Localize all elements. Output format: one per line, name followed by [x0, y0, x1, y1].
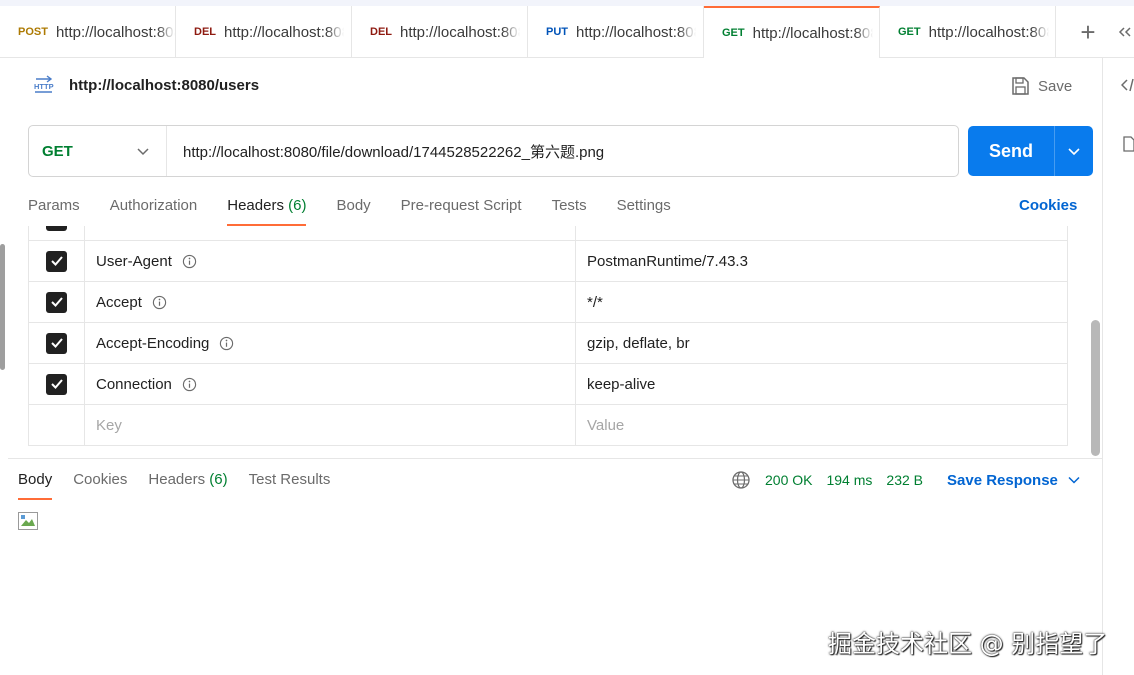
tab-headers-count: (6)	[288, 197, 307, 214]
svg-text:HTTP: HTTP	[34, 82, 54, 91]
header-key[interactable]: Accept	[96, 294, 142, 311]
request-tab[interactable]: DEL http://localhost:8080	[176, 6, 352, 58]
tab-body[interactable]: Body	[336, 196, 370, 226]
tab-method: PUT	[546, 26, 568, 38]
save-icon	[1012, 77, 1029, 95]
response-time[interactable]: 194 ms	[826, 472, 872, 488]
enable-checkbox[interactable]	[46, 291, 67, 313]
tab-tests[interactable]: Tests	[552, 196, 587, 226]
table-row-new: Key Value	[28, 405, 1068, 446]
headers-panel: User-Agent PostmanRuntime/7.43.3 Accept …	[8, 226, 1094, 458]
tab-method: GET	[898, 26, 921, 38]
header-key[interactable]: Accept-Encoding	[96, 335, 209, 352]
send-label: Send	[988, 140, 1033, 161]
table-row: Accept */*	[28, 282, 1068, 323]
new-tab-plus-icon[interactable]: +	[1070, 14, 1106, 50]
tab-url: http://localhost:8080	[400, 23, 520, 41]
table-row: User-Agent PostmanRuntime/7.43.3	[28, 241, 1068, 282]
request-title[interactable]: http://localhost:8080/users	[69, 77, 259, 94]
table-row: Connection keep-alive	[28, 364, 1068, 405]
enable-checkbox[interactable]	[46, 226, 67, 231]
tab-method: POST	[18, 26, 48, 38]
tab-prerequest-script[interactable]: Pre-request Script	[401, 196, 522, 226]
request-tabs: Params Authorization Headers (6) Body Pr…	[28, 196, 701, 226]
tab-options-icon[interactable]	[1118, 18, 1134, 46]
right-sidebar	[1102, 58, 1134, 675]
method-value: GET	[42, 142, 73, 160]
tab-url: http://localhost:8080	[55, 23, 175, 41]
document-icon[interactable]	[1123, 136, 1134, 156]
globe-icon[interactable]	[731, 470, 751, 490]
cookies-link[interactable]: Cookies	[1019, 197, 1077, 214]
response-tab-body[interactable]: Body	[18, 470, 53, 500]
key-input[interactable]: Key	[96, 417, 122, 434]
tab-strip: POST http://localhost:8080 DEL http://lo…	[0, 0, 1134, 58]
request-tab-active[interactable]: GET http://localhost:8080	[704, 6, 880, 58]
broken-image-icon	[18, 512, 38, 530]
send-button[interactable]: Send	[968, 126, 1093, 176]
enable-checkbox[interactable]	[46, 373, 67, 395]
method-select[interactable]: GET	[29, 126, 167, 176]
save-label: Save	[1038, 77, 1073, 95]
http-icon: HTTP	[33, 74, 55, 96]
tab-url: http://localhost:8080	[224, 23, 344, 41]
response-meta: 200 OK 194 ms 232 B Save Response	[731, 470, 1080, 490]
header-value[interactable]: PostmanRuntime/7.43.3	[587, 253, 748, 270]
save-response-label: Save Response	[947, 471, 1058, 489]
response-tab-headers[interactable]: Headers (6)	[148, 470, 227, 500]
response-tab-headers-label: Headers	[148, 471, 206, 488]
send-options-chevron-icon[interactable]	[1055, 146, 1093, 156]
info-icon[interactable]	[152, 295, 167, 310]
enable-checkbox[interactable]	[46, 332, 67, 354]
table-row	[28, 226, 1068, 241]
tab-headers-label: Headers	[227, 197, 284, 214]
header-value[interactable]: keep-alive	[587, 376, 655, 393]
tab-method: GET	[722, 27, 745, 39]
chevron-down-icon	[1068, 476, 1080, 484]
request-tab[interactable]: POST http://localhost:8080	[0, 6, 176, 58]
response-headers-count: (6)	[209, 471, 228, 488]
tab-method: DEL	[194, 26, 216, 38]
chevron-down-icon	[137, 148, 149, 156]
status-code[interactable]: 200 OK	[765, 472, 812, 488]
response-divider[interactable]	[8, 458, 1102, 459]
header-key[interactable]: User-Agent	[96, 253, 172, 270]
response-tab-test-results[interactable]: Test Results	[249, 470, 331, 500]
response-size[interactable]: 232 B	[886, 472, 923, 488]
tab-url: http://localhost:8080	[928, 23, 1049, 41]
request-tab[interactable]: PUT http://localhost:8080	[528, 6, 704, 58]
left-scrollbar[interactable]	[0, 244, 5, 370]
info-icon[interactable]	[219, 336, 234, 351]
headers-table: User-Agent PostmanRuntime/7.43.3 Accept …	[28, 226, 1068, 446]
info-icon[interactable]	[182, 254, 197, 269]
info-icon[interactable]	[182, 377, 197, 392]
save-response-button[interactable]: Save Response	[947, 472, 1080, 489]
response-tabs: Body Cookies Headers (6) Test Results	[18, 470, 351, 500]
tab-url: http://localhost:8080	[576, 23, 696, 41]
table-row: Accept-Encoding gzip, deflate, br	[28, 323, 1068, 364]
tab-method: DEL	[370, 26, 392, 38]
tab-authorization[interactable]: Authorization	[110, 196, 198, 226]
value-input[interactable]: Value	[587, 417, 624, 434]
headers-scrollbar[interactable]	[1091, 320, 1100, 456]
request-tab[interactable]: GET http://localhost:8080	[880, 6, 1056, 58]
tab-params[interactable]: Params	[28, 196, 80, 226]
header-key[interactable]: Connection	[96, 376, 172, 393]
enable-checkbox[interactable]	[46, 250, 67, 272]
tab-headers[interactable]: Headers (6)	[227, 196, 307, 226]
url-input[interactable]: http://localhost:8080/file/download/1744…	[167, 141, 958, 162]
tab-settings[interactable]: Settings	[617, 196, 671, 226]
request-tab[interactable]: DEL http://localhost:8080	[352, 6, 528, 58]
response-tab-cookies[interactable]: Cookies	[73, 470, 127, 500]
watermark: 掘金技术社区 @ 别指望了	[828, 630, 1108, 658]
header-value[interactable]: */*	[587, 294, 603, 311]
save-button[interactable]: Save	[1010, 74, 1072, 98]
code-snippet-icon[interactable]	[1120, 78, 1134, 96]
header-value[interactable]: gzip, deflate, br	[587, 335, 690, 352]
url-bar: GET http://localhost:8080/file/download/…	[28, 125, 959, 177]
tab-url: http://localhost:8080	[752, 24, 873, 42]
